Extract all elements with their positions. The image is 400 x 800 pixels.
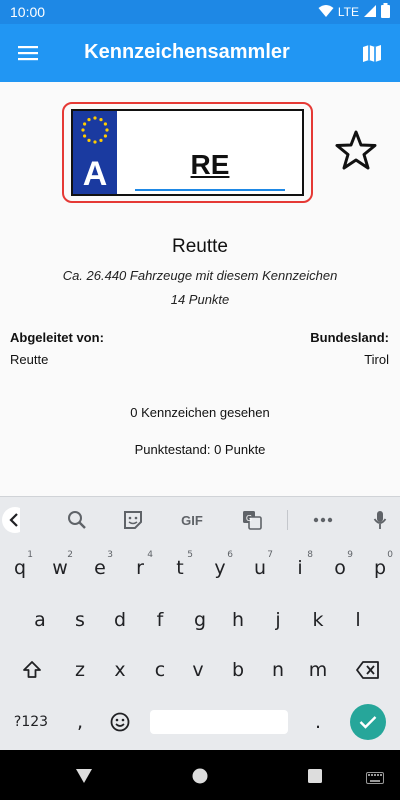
score-total: Punktestand: 0 Punkte	[134, 442, 266, 457]
checkmark-icon	[359, 716, 377, 729]
state-label: Bundesland:	[310, 330, 389, 345]
key-a[interactable]: a	[22, 600, 58, 640]
backspace-icon	[356, 661, 379, 679]
backspace-key[interactable]	[350, 650, 386, 690]
key-y[interactable]: 6y	[202, 548, 238, 588]
key-w[interactable]: 2w	[42, 548, 78, 588]
translate-button[interactable]: G	[240, 505, 264, 535]
key-r[interactable]: 4r	[122, 548, 158, 588]
wifi-icon	[318, 4, 334, 21]
key-z[interactable]: z	[62, 650, 98, 690]
key-q[interactable]: 1q	[2, 548, 38, 588]
symbols-key[interactable]: ?123	[8, 702, 54, 742]
emoji-icon	[110, 712, 130, 732]
key-b[interactable]: b	[220, 650, 256, 690]
shift-key[interactable]	[14, 650, 50, 690]
main-content: A RE Reutte Ca. 26.440 Fahrzeuge mit die…	[0, 82, 400, 496]
eu-stars-icon	[81, 116, 109, 144]
app-bar: Kennzeichensammler	[0, 24, 400, 82]
search-icon	[68, 511, 86, 529]
license-plate-frame: A RE	[62, 102, 313, 203]
vehicle-count: Ca. 26.440 Fahrzeuge mit diesem Kennzeic…	[62, 268, 338, 283]
plate-code-input[interactable]: RE	[135, 111, 285, 194]
key-s[interactable]: s	[62, 600, 98, 640]
derived-from-label: Abgeleitet von:	[10, 330, 104, 345]
network-type: LTE	[337, 5, 359, 19]
status-icons: LTE	[318, 3, 390, 21]
svg-text:G: G	[246, 514, 252, 523]
key-h[interactable]: h	[220, 600, 256, 640]
key-c[interactable]: c	[142, 650, 178, 690]
city-name: Reutte	[172, 236, 228, 257]
recents-button[interactable]	[304, 765, 326, 787]
more-icon	[313, 517, 333, 523]
keyboard-icon	[366, 772, 384, 784]
toolbar-divider	[287, 510, 288, 530]
period-key[interactable]: .	[300, 702, 336, 742]
map-button[interactable]	[356, 38, 388, 68]
comma-key[interactable]: ,	[62, 702, 98, 742]
key-k[interactable]: k	[300, 600, 336, 640]
keyboard-switch-button[interactable]	[364, 767, 386, 789]
enter-key[interactable]	[350, 704, 386, 740]
chevron-left-icon	[2, 507, 20, 533]
microphone-icon	[373, 511, 387, 529]
favorite-button[interactable]	[334, 128, 378, 172]
key-l[interactable]: l	[340, 600, 376, 640]
key-o[interactable]: 9o	[322, 548, 358, 588]
key-i[interactable]: 8i	[282, 548, 318, 588]
collapse-button[interactable]	[0, 505, 22, 535]
input-underline	[135, 189, 285, 191]
key-t[interactable]: 5t	[162, 548, 198, 588]
back-button[interactable]	[73, 765, 95, 787]
plate-code-text: RE	[190, 149, 230, 180]
shift-icon	[23, 661, 41, 678]
translate-icon: G	[243, 511, 262, 530]
recents-square-icon	[308, 769, 322, 783]
key-m[interactable]: m	[300, 650, 336, 690]
space-bar[interactable]	[150, 710, 288, 734]
key-v[interactable]: v	[180, 650, 216, 690]
seen-count: 0 Kennzeichen gesehen	[130, 405, 270, 420]
key-u[interactable]: 7u	[242, 548, 278, 588]
back-triangle-icon	[76, 769, 92, 783]
key-n[interactable]: n	[260, 650, 296, 690]
signal-icon	[363, 4, 377, 21]
gif-button[interactable]: GIF	[175, 505, 209, 535]
key-d[interactable]: d	[102, 600, 138, 640]
country-code: A	[82, 155, 108, 193]
app-title: Kennzeichensammler	[84, 41, 290, 63]
derived-from-value: Reutte	[10, 352, 49, 367]
voice-input-button[interactable]	[368, 505, 392, 535]
home-circle-icon	[192, 768, 208, 784]
status-time: 10:00	[10, 4, 46, 20]
license-plate: A RE	[71, 109, 304, 196]
plate-points: 14 Punkte	[170, 292, 230, 307]
emoji-key[interactable]	[102, 702, 138, 742]
key-p[interactable]: 0p	[362, 548, 398, 588]
key-x[interactable]: x	[102, 650, 138, 690]
system-nav-bar	[0, 750, 400, 800]
keyboard-toolbar: GIF G	[0, 496, 400, 542]
search-button[interactable]	[64, 505, 90, 535]
home-button[interactable]	[189, 765, 211, 787]
more-options-button[interactable]	[310, 505, 336, 535]
key-j[interactable]: j	[260, 600, 296, 640]
star-outline-icon	[335, 130, 377, 170]
sticker-button[interactable]	[120, 505, 146, 535]
eu-band: A	[73, 111, 117, 194]
status-bar: 10:00 LTE	[0, 0, 400, 24]
key-e[interactable]: 3e	[82, 548, 118, 588]
battery-icon	[381, 3, 390, 21]
map-icon	[363, 45, 381, 62]
sticker-icon	[124, 511, 142, 529]
state-value: Tirol	[364, 352, 389, 367]
keyboard: 1q 2w 3e 4r 5t 6y 7u 8i 9o 0p a s d f g …	[0, 542, 400, 750]
key-f[interactable]: f	[142, 600, 178, 640]
key-g[interactable]: g	[182, 600, 218, 640]
